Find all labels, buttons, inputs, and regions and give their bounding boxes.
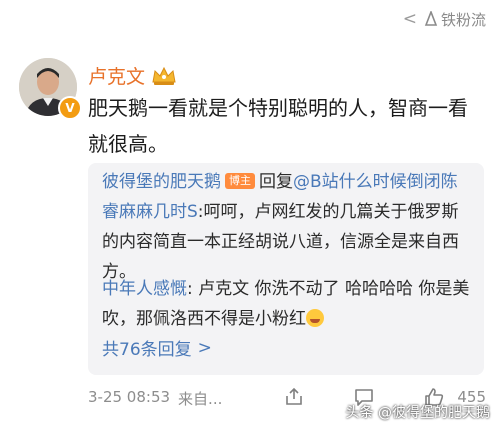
fans-label: 铁粉流 [440,10,486,29]
fans-link[interactable]: < 铁粉流 [403,6,486,32]
share-icon[interactable] [283,386,305,408]
post-author[interactable]: 卢克文 [88,62,177,89]
watermark: 头条 @彼得堡的肥天鹅 [345,405,490,421]
crown-icon [152,66,176,85]
commenter-name[interactable]: 中年人感慨 [102,279,187,299]
post-text: 肥天鹅一看就是个特别聪明的人，智商一看就很高。 [88,96,468,156]
comment-item: 中年人感慨: 卢克文 你洗不动了 哈哈哈哈 你是美吹，那佩洛西不得是小粉红 [102,274,474,334]
more-replies-link[interactable]: 共76条回复 > [102,335,212,361]
chevron-left-icon: < [402,8,417,29]
more-replies-label: 共76条回复 [102,340,192,360]
post-source: 来自... [178,390,223,408]
post-meta: 3-25 08:53 来自... [88,388,222,409]
post-time: 3-25 08:53 [88,388,171,406]
commenter-name[interactable]: 彼得堡的肥天鹅 [102,172,221,192]
author-name: 卢克文 [88,66,146,88]
fans-icon [424,11,438,26]
comment-section: 彼得堡的肥天鹅 博主 回复@B站什么时候倒闭陈睿麻麻几时S:呵呵，卢网红发的几篇关于… [88,163,484,375]
chevron-right-icon: > [197,337,212,358]
verified-icon: V [58,96,82,120]
author-badge: 博主 [225,173,255,189]
reply-word: 回复 [259,172,293,192]
comment-item: 彼得堡的肥天鹅 博主 回复@B站什么时候倒闭陈睿麻麻几时S:呵呵，卢网红发的几篇关于… [102,167,474,287]
laughing-emoji-icon [306,309,324,327]
